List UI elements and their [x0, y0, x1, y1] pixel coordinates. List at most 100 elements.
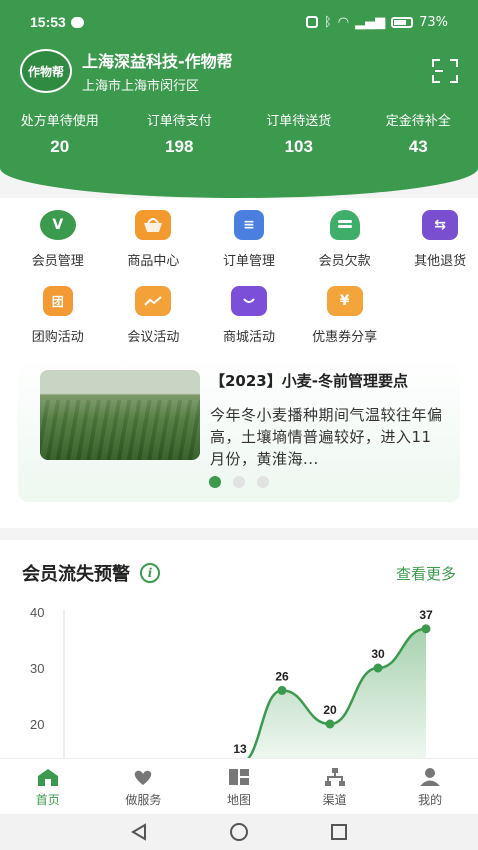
carousel-dot[interactable]	[233, 476, 245, 488]
status-icons: ᛒ ◠ ▂▄▆ 73%	[305, 14, 448, 30]
tab-service[interactable]: 做服务	[96, 759, 192, 814]
data-point	[421, 624, 431, 634]
vip-icon: V	[39, 210, 76, 240]
mall-icon	[230, 286, 267, 316]
stat-order-delivery[interactable]: 订单待送货 103	[239, 110, 359, 157]
menu-mall-activity[interactable]: 商城活动	[201, 284, 297, 356]
data-label: 20	[323, 703, 337, 717]
data-label: 30	[371, 647, 385, 661]
tab-label: 做服务	[125, 793, 162, 807]
menu-product-center[interactable]: 商品中心	[106, 208, 202, 280]
y-tick-label: 30	[30, 661, 44, 676]
bluetooth-icon: ᛒ	[323, 14, 332, 30]
menu-label: 会议活动	[127, 330, 180, 345]
coupon-icon: ¥	[326, 286, 363, 316]
status-bar: 15:53 ᛒ ◠ ▂▄▆ 73%	[0, 0, 478, 44]
data-point	[373, 663, 383, 673]
coins-icon	[329, 210, 360, 240]
brand-name[interactable]: 上海深益科技-作物帮	[82, 48, 233, 72]
menu-card: V 会员管理 商品中心 ≡ 订单管理 会员欠款 ⇆ 其他退货 团 团购活动 会议…	[0, 198, 478, 528]
clipboard-icon: ≡	[233, 210, 264, 240]
carousel-dot[interactable]	[209, 476, 221, 488]
stat-label: 订单待支付	[146, 114, 212, 129]
data-point	[325, 719, 335, 729]
stat-value: 20	[50, 137, 70, 156]
brand-address: 上海市上海市闵行区	[82, 79, 200, 94]
battery-level: 73%	[419, 14, 448, 30]
y-tick-label: 40	[30, 605, 44, 620]
banner-content: 【2023】小麦-冬前管理要点 今年冬小麦播种期间气温较往年偏高，土壤墒情普遍较…	[40, 370, 448, 468]
article-banner[interactable]: 【2023】小麦-冬前管理要点 今年冬小麦播种期间气温较往年偏高，土壤墒情普遍较…	[18, 356, 460, 502]
user-icon	[420, 768, 441, 786]
status-time: 15:53	[30, 14, 66, 30]
carousel-dots	[18, 476, 460, 488]
stat-label: 处方单待使用	[20, 114, 99, 129]
carousel-dot[interactable]	[257, 476, 269, 488]
brand-logo[interactable]: 作物帮	[20, 49, 72, 93]
brand-row: 作物帮 上海深益科技-作物帮 上海市上海市闵行区	[20, 48, 458, 94]
menu-order-management[interactable]: ≡ 订单管理	[201, 208, 297, 280]
system-nav-bar	[0, 814, 478, 850]
wheat-field-image	[40, 370, 200, 460]
brand-info: 上海深益科技-作物帮 上海市上海市闵行区	[82, 48, 233, 94]
signal-icon: ▂▄▆	[355, 14, 386, 30]
menu-meeting-activity[interactable]: 会议活动	[106, 284, 202, 356]
return-box-icon: ⇆	[422, 210, 459, 240]
menu-coupon-share[interactable]: ¥ 优惠券分享	[297, 284, 393, 356]
stat-deposit-pending[interactable]: 定金待补全 43	[359, 110, 478, 157]
menu-label: 订单管理	[222, 254, 275, 269]
tab-map[interactable]: 地图	[191, 759, 287, 814]
data-point	[277, 685, 287, 695]
menu-other-returns[interactable]: ⇆ 其他退货	[392, 208, 478, 280]
banner-description: 今年冬小麦播种期间气温较往年偏高，土壤墒情普遍较好，进入11月份，黄淮海...	[210, 406, 443, 468]
tab-home[interactable]: 首页	[0, 759, 96, 814]
churn-chart: 40 30 20 13 26 20 30 37	[30, 605, 433, 770]
stat-value: 103	[284, 137, 313, 156]
home-circle-icon[interactable]	[229, 822, 249, 842]
stat-order-unpaid[interactable]: 订单待支付 198	[120, 110, 240, 157]
info-icon[interactable]: i	[140, 563, 160, 583]
map-icon	[228, 769, 249, 785]
banner-title: 【2023】小麦-冬前管理要点	[210, 372, 408, 390]
stat-value: 198	[165, 137, 194, 156]
churn-warning-card: 会员流失预警 i 查看更多 40 30 20 13 26 20 30 37	[0, 540, 478, 770]
menu-group-buy[interactable]: 团 团购活动	[10, 284, 106, 356]
menu-label: 会员管理	[31, 254, 84, 269]
menu-label: 会员欠款	[318, 254, 371, 269]
warning-header: 会员流失预警 i 查看更多	[22, 560, 456, 586]
battery-icon	[391, 16, 414, 28]
nfc-icon	[305, 16, 318, 28]
recents-icon[interactable]	[329, 822, 349, 842]
menu-label: 团购活动	[31, 330, 84, 345]
scan-icon[interactable]	[432, 59, 458, 83]
stat-label: 定金待补全	[385, 114, 451, 129]
stat-prescription-pending[interactable]: 处方单待使用 20	[0, 110, 120, 157]
stat-value: 43	[408, 137, 428, 156]
back-icon[interactable]	[129, 822, 149, 842]
data-label: 13	[233, 742, 247, 756]
view-more-link[interactable]: 查看更多	[396, 563, 456, 584]
message-icon	[70, 16, 84, 28]
menu-grid: V 会员管理 商品中心 ≡ 订单管理 会员欠款 ⇆ 其他退货 团 团购活动 会议…	[10, 208, 478, 360]
group-buy-icon: 团	[42, 286, 73, 316]
tab-channel[interactable]: 渠道	[287, 759, 383, 814]
tab-label: 渠道	[322, 793, 347, 807]
menu-member-management[interactable]: V 会员管理	[10, 208, 106, 280]
series-area	[240, 628, 426, 770]
tab-label: 首页	[35, 793, 60, 807]
basket-icon	[135, 210, 172, 240]
stats-row: 处方单待使用 20 订单待支付 198 订单待送货 103 定金待补全 43	[0, 110, 478, 157]
channel-icon	[324, 768, 345, 786]
warning-title: 会员流失预警	[22, 564, 130, 585]
y-tick-label: 20	[30, 717, 44, 732]
wifi-icon: ◠	[337, 14, 350, 30]
data-label: 37	[419, 608, 433, 622]
bottom-tab-bar: 首页 做服务 地图 渠道 我的	[0, 758, 478, 814]
header: 15:53 ᛒ ◠ ▂▄▆ 73% 作物帮 上海深益科技-作物帮 上海市上海市闵…	[0, 0, 478, 198]
menu-member-debt[interactable]: 会员欠款	[297, 208, 393, 280]
tab-label: 我的	[418, 793, 443, 807]
service-heart-icon	[135, 770, 152, 785]
tab-mine[interactable]: 我的	[382, 759, 478, 814]
meeting-board-icon	[135, 286, 172, 316]
menu-label: 其他退货	[414, 254, 467, 269]
